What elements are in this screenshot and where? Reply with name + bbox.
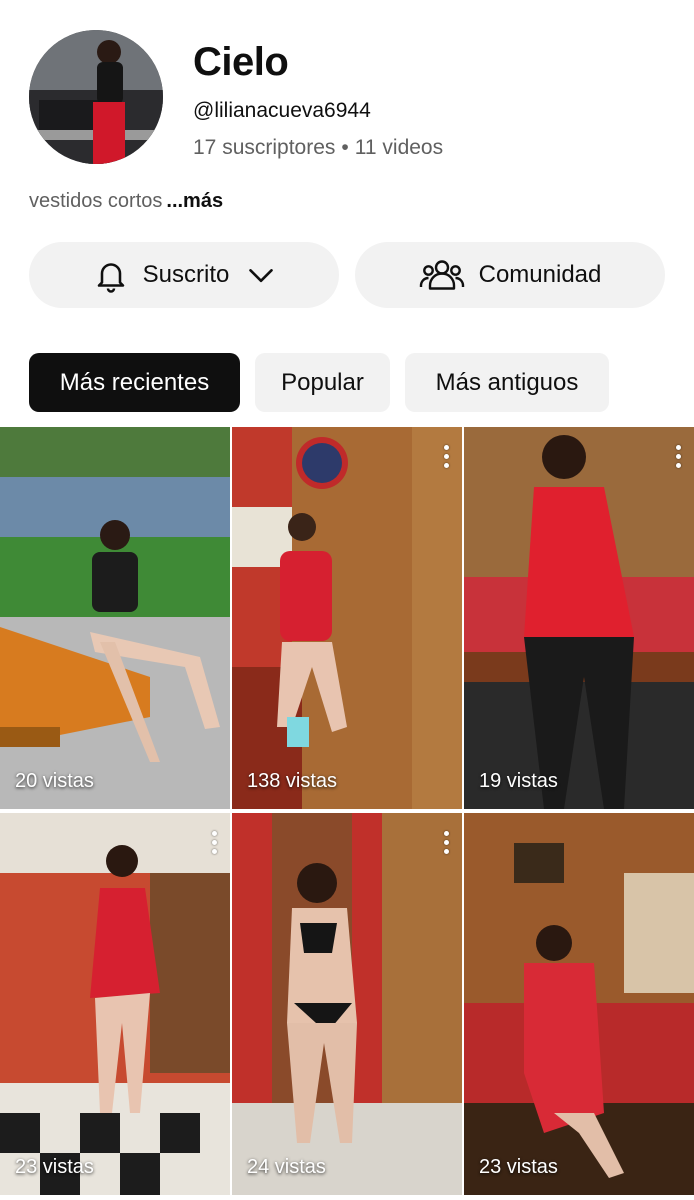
video-thumbnail	[232, 813, 462, 1195]
view-count: 20 vistas	[15, 770, 94, 792]
view-count: 19 vistas	[479, 770, 558, 792]
video-tile[interactable]: 23 vistas	[464, 813, 694, 1195]
video-menu-icon[interactable]	[210, 831, 218, 855]
video-menu-icon[interactable]	[674, 445, 682, 469]
video-count: 11 videos	[354, 136, 444, 159]
people-icon	[419, 257, 465, 293]
video-tile[interactable]: 19 vistas	[464, 427, 694, 809]
channel-avatar[interactable]	[29, 30, 163, 164]
view-count: 138 vistas	[247, 770, 338, 792]
view-count: 24 vistas	[247, 1156, 326, 1178]
video-thumbnail	[464, 813, 694, 1195]
video-menu-icon[interactable]	[442, 831, 450, 855]
subscribed-label: Suscrito	[142, 261, 230, 288]
channel-description[interactable]: vestidos cortos ...más	[29, 190, 223, 213]
more-link[interactable]: ...más	[166, 190, 223, 212]
stats-separator: •	[341, 136, 349, 159]
view-count: 23 vistas	[479, 1156, 558, 1178]
description-text: vestidos cortos	[29, 190, 163, 212]
video-tile[interactable]: 23 vistas	[0, 813, 230, 1195]
subscribed-button[interactable]: Suscrito	[29, 242, 339, 308]
video-thumbnail	[232, 427, 462, 809]
video-thumbnail	[464, 427, 694, 809]
video-tile[interactable]: 138 vistas	[232, 427, 462, 809]
video-menu-icon[interactable]	[442, 445, 450, 469]
channel-header: Cielo @lilianacueva6944 17 suscriptores •…	[0, 0, 694, 230]
chevron-down-icon	[247, 265, 275, 285]
channel-stats: 17 suscriptores • 11 videos	[193, 136, 443, 160]
view-count: 23 vistas	[15, 1156, 94, 1178]
channel-handle: @lilianacueva6944	[193, 99, 371, 122]
video-tile[interactable]: 24 vistas	[232, 813, 462, 1195]
video-grid: 20 vistas 138 vistas 19 vistas 23 vistas…	[0, 427, 694, 1200]
video-thumbnail	[0, 427, 230, 809]
chip-popular[interactable]: Popular	[255, 353, 390, 412]
subscriber-count: 17 suscriptores	[193, 136, 336, 159]
channel-actions: Suscrito Comunidad	[29, 242, 665, 308]
video-tile[interactable]: 20 vistas	[0, 427, 230, 809]
community-button[interactable]: Comunidad	[355, 242, 665, 308]
chip-mas-recientes[interactable]: Más recientes	[29, 353, 240, 412]
video-thumbnail	[0, 813, 230, 1195]
bell-icon	[93, 256, 129, 294]
chip-mas-antiguos[interactable]: Más antiguos	[405, 353, 609, 412]
community-label: Comunidad	[478, 261, 602, 288]
channel-name: Cielo	[193, 40, 289, 84]
